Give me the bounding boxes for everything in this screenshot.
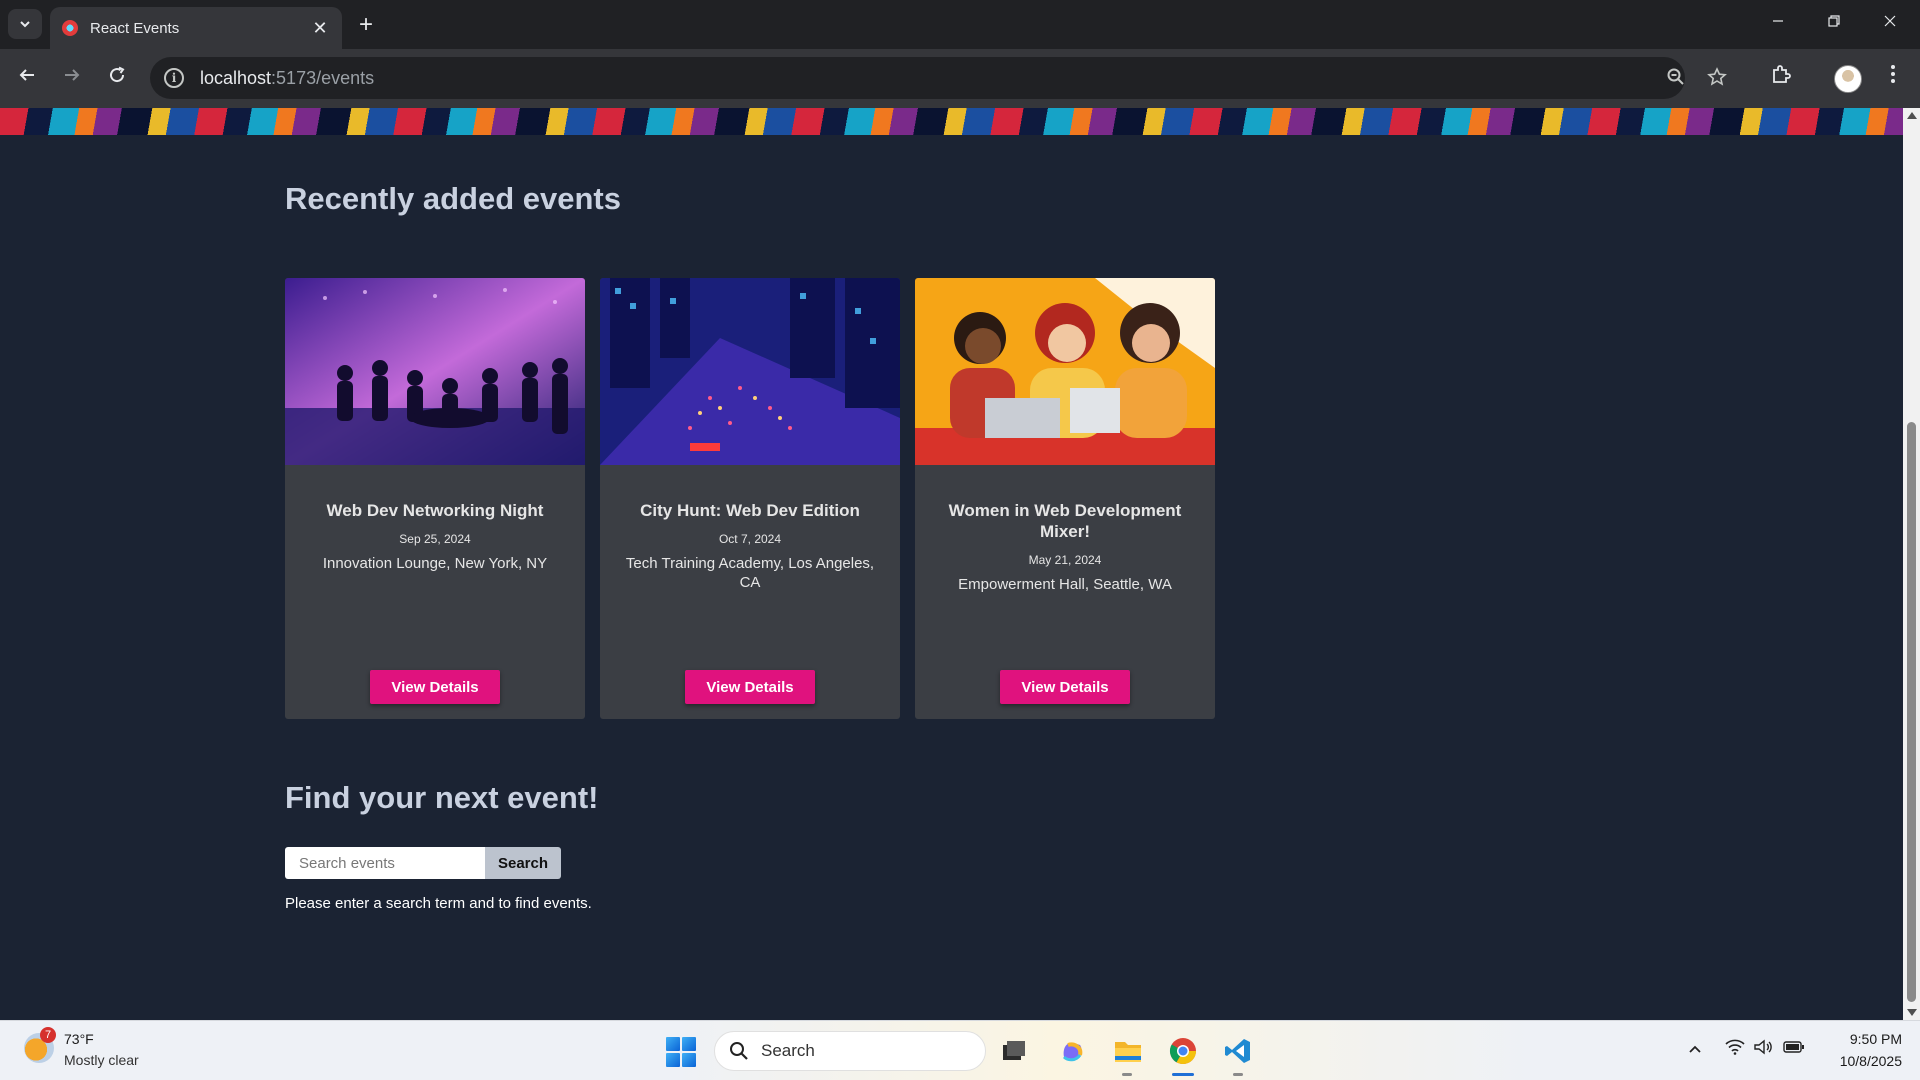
event-title: Web Dev Networking Night — [326, 501, 544, 520]
reload-button[interactable] — [100, 61, 134, 95]
scroll-up-arrow-icon[interactable] — [1907, 112, 1917, 119]
search-icon — [729, 1041, 749, 1061]
event-location: Innovation Lounge, New York, NY — [322, 555, 548, 572]
minimize-button[interactable] — [1758, 10, 1798, 38]
page-viewport: Recently added events Web Dev Networking… — [0, 108, 1903, 1020]
forward-button[interactable] — [55, 61, 89, 95]
event-location: Empowerment Hall, Seattle, WA — [958, 576, 1172, 593]
close-window-button[interactable] — [1870, 10, 1910, 38]
wifi-icon[interactable] — [1724, 1039, 1746, 1061]
restore-icon — [1828, 15, 1840, 27]
event-card: Web Dev Networking Night Sep 25, 2024 In… — [285, 278, 585, 719]
event-card: Women in Web Development Mixer! May 21, … — [915, 278, 1215, 719]
scrollbar-thumb[interactable] — [1907, 422, 1916, 1002]
event-date: Oct 7, 2024 — [718, 532, 782, 546]
view-details-button[interactable]: View Details — [685, 670, 815, 704]
event-title: City Hunt: Web Dev Edition — [640, 501, 860, 520]
chrome-active-indicator — [1172, 1073, 1194, 1076]
tab-close-icon[interactable]: ✕ — [310, 18, 330, 39]
event-image-networking — [285, 278, 585, 465]
copilot-icon[interactable] — [1054, 1033, 1090, 1069]
browser-tab-bar: React Events ✕ + — [0, 0, 1920, 49]
tab-search-button[interactable] — [8, 9, 42, 39]
url-path: :5173/events — [271, 67, 375, 88]
chevron-up-icon[interactable] — [1684, 1039, 1706, 1061]
search-hint-text: Please enter a search term and to find e… — [285, 895, 592, 912]
weather-alert-badge: 7 — [40, 1027, 56, 1043]
bookmark-star-icon[interactable] — [1706, 67, 1728, 89]
arrow-right-icon — [65, 69, 80, 81]
profile-avatar[interactable] — [1834, 65, 1862, 93]
clock-time[interactable]: 9:50 PM — [1842, 1031, 1902, 1047]
close-icon — [1884, 15, 1896, 27]
event-search-form: Search — [285, 847, 561, 879]
address-bar[interactable]: i localhost:5173/events — [150, 57, 1727, 99]
search-events-input[interactable] — [285, 847, 485, 879]
event-location: Tech Training Academy, Los Angeles, CA — [625, 555, 875, 591]
zoom-icon[interactable] — [1665, 67, 1687, 89]
extensions-icon[interactable] — [1766, 63, 1796, 93]
vscode-icon[interactable] — [1220, 1033, 1256, 1069]
taskbar-search-box[interactable]: Search — [714, 1031, 986, 1071]
vscode-running-indicator — [1233, 1073, 1243, 1076]
vertical-scrollbar[interactable] — [1903, 108, 1920, 1020]
taskbar-search-label: Search — [761, 1041, 815, 1060]
restore-button[interactable] — [1814, 10, 1854, 38]
event-date: Sep 25, 2024 — [399, 532, 471, 546]
new-tab-button[interactable]: + — [352, 12, 380, 40]
battery-icon[interactable] — [1783, 1039, 1805, 1061]
file-explorer-running-indicator — [1122, 1073, 1132, 1076]
tab-title: React Events — [90, 19, 180, 37]
file-explorer-icon[interactable] — [1110, 1033, 1146, 1069]
event-title: Women in Web Development Mixer! — [948, 501, 1182, 541]
url-host: localhost — [200, 67, 272, 88]
task-view-icon[interactable] — [996, 1033, 1032, 1069]
search-button[interactable]: Search — [485, 847, 561, 879]
windows-start-icon[interactable] — [666, 1037, 696, 1067]
event-image-city-hunt — [600, 278, 900, 465]
minimize-icon — [1773, 20, 1783, 22]
arrow-left-icon — [19, 69, 34, 81]
view-details-button[interactable]: View Details — [1000, 670, 1130, 704]
url-text: localhost:5173/events — [200, 68, 374, 89]
hero-image-strip — [0, 108, 1903, 135]
view-details-button[interactable]: View Details — [370, 670, 500, 704]
chrome-icon[interactable] — [1165, 1033, 1201, 1069]
browser-tab-active[interactable]: React Events ✕ — [50, 7, 342, 49]
chevron-down-icon — [20, 21, 30, 28]
browser-toolbar: i localhost:5173/events — [0, 49, 1920, 108]
find-event-heading: Find your next event! — [285, 780, 599, 815]
weather-description[interactable]: Mostly clear — [64, 1052, 139, 1068]
volume-icon[interactable] — [1752, 1039, 1774, 1061]
back-button[interactable] — [10, 61, 44, 95]
more-menu-icon[interactable] — [1878, 63, 1908, 93]
site-info-icon[interactable]: i — [164, 68, 184, 88]
weather-temperature[interactable]: 73°F — [64, 1031, 94, 1047]
event-date: May 21, 2024 — [1028, 553, 1102, 567]
scroll-down-arrow-icon[interactable] — [1907, 1009, 1917, 1016]
react-favicon-icon — [62, 20, 78, 36]
event-card: City Hunt: Web Dev Edition Oct 7, 2024 T… — [600, 278, 900, 719]
event-image-women-mixer — [915, 278, 1215, 465]
reload-icon — [110, 66, 125, 83]
windows-taskbar: 7 73°F Mostly clear Search 9:50 PM 10/8/… — [0, 1020, 1920, 1080]
clock-date[interactable]: 10/8/2025 — [1820, 1053, 1902, 1069]
recent-events-heading: Recently added events — [285, 181, 621, 216]
